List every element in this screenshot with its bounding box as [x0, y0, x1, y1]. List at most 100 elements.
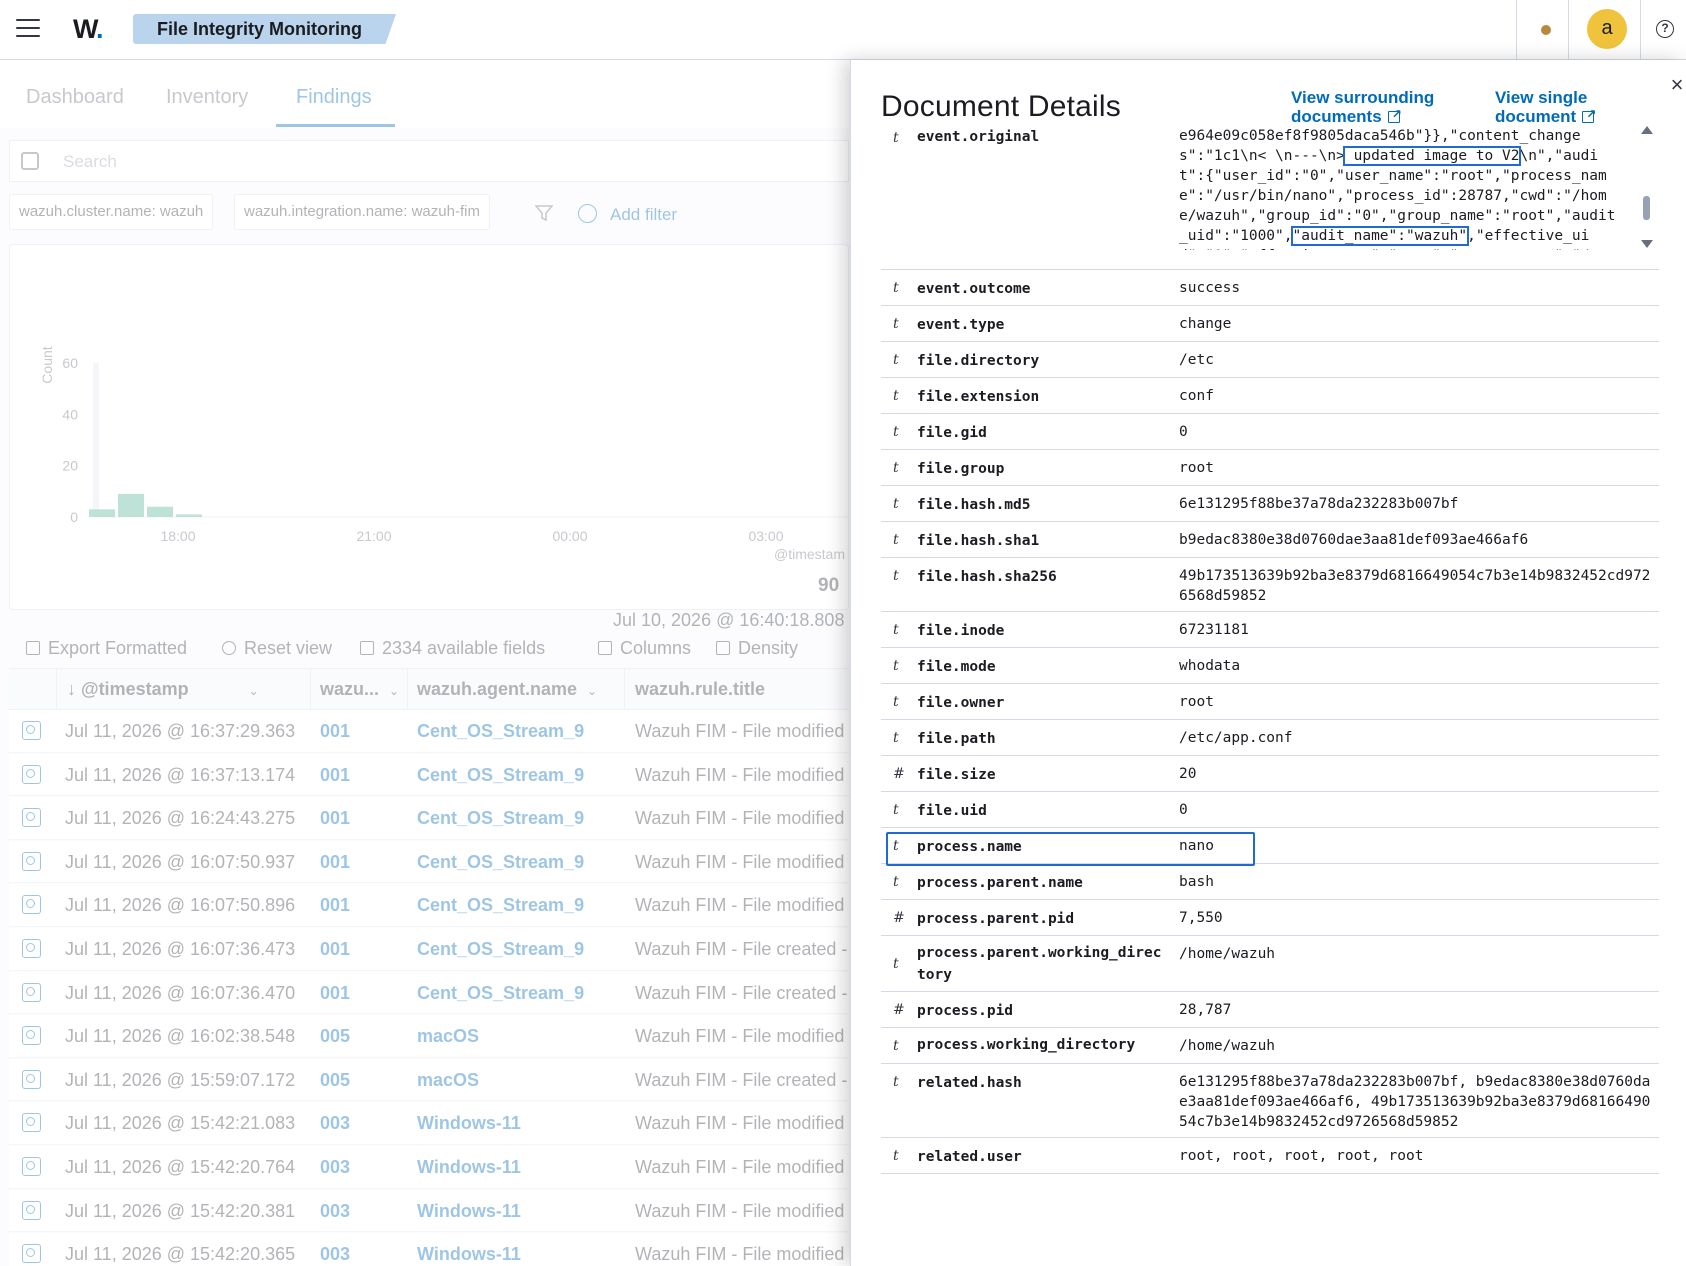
filter-icon[interactable] [535, 204, 553, 222]
field-row-event-type[interactable]: t event.type change [881, 306, 1659, 342]
histogram-bar[interactable] [176, 514, 202, 517]
field-row-file-directory[interactable]: t file.directory/etc [881, 342, 1659, 378]
cell-agent-id[interactable]: 003 [320, 1201, 350, 1222]
cell-agent-id[interactable]: 001 [320, 895, 350, 916]
saved-query-icon[interactable] [21, 152, 39, 170]
column-header-timestamp[interactable]: ↓ @timestamp ⌄ [67, 679, 259, 700]
cell-agent-name[interactable]: macOS [417, 1026, 479, 1047]
field-value[interactable]: /etc [1179, 350, 1651, 370]
menu-icon[interactable] [16, 19, 40, 39]
field-row-file-uid[interactable]: t file.uid 0 [881, 792, 1659, 828]
field-row-process-name[interactable]: t process.name nano [881, 828, 1659, 866]
field-row-process-parent-pid[interactable]: # process.parent.pid 7,550 [881, 900, 1659, 936]
inspect-document-icon[interactable] [22, 1026, 41, 1046]
field-row-file-size[interactable]: # file.size 20 [881, 756, 1659, 792]
cell-agent-id[interactable]: 005 [320, 1070, 350, 1091]
table-row[interactable]: Jul 11, 2026 @ 15:42:20.764 003 Windows-11… [9, 1146, 849, 1189]
field-row-file-path[interactable]: t file.path/etc/app.conf [881, 720, 1659, 756]
field-row-file-group[interactable]: t file.group root [881, 450, 1659, 486]
table-row[interactable]: Jul 11, 2026 @ 16:24:43.275 001 Cent_OS_St… [9, 797, 849, 840]
inspect-document-icon[interactable] [22, 895, 41, 915]
table-row[interactable]: Jul 11, 2026 @ 15:42:20.365 003 Windows-11… [9, 1233, 849, 1266]
table-row[interactable]: Jul 11, 2026 @ 16:07:36.470 001 Cent_OS_St… [9, 971, 849, 1015]
cell-agent-id[interactable]: 003 [320, 1157, 350, 1178]
cell-agent-id[interactable]: 001 [320, 939, 350, 960]
inspect-document-icon[interactable] [22, 1113, 41, 1133]
inspect-document-icon[interactable] [22, 808, 41, 828]
column-header-agent-name[interactable]: wazuh.agent.name ⌄ [417, 679, 597, 700]
density-button[interactable]: Density [716, 638, 798, 659]
field-value[interactable]: 7,550 [1179, 908, 1651, 928]
filter-pill-integration[interactable]: wazuh.integration.name: wazuh-fim [234, 194, 490, 230]
cell-agent-name[interactable]: Windows-11 [417, 1113, 521, 1134]
histogram-bar[interactable] [118, 493, 144, 517]
view-surrounding-documents-link[interactable]: View surrounding documents [1291, 88, 1434, 126]
table-row[interactable]: Jul 11, 2026 @ 15:42:21.083 003 Windows-11… [9, 1102, 849, 1145]
cell-agent-name[interactable]: Windows-11 [417, 1157, 521, 1178]
chevron-down-icon[interactable]: ⌄ [249, 684, 259, 698]
cell-agent-name[interactable]: Cent_OS_Stream_9 [417, 983, 584, 1004]
field-value[interactable]: 0 [1179, 800, 1651, 820]
field-value-event-original[interactable]: e964e09c058ef8f9805daca546b"}},"content_… [1179, 126, 1631, 250]
field-row-file-hash-sha1[interactable]: t file.hash.sha1 b9edac8380e38d0760dae3aa8… [881, 522, 1659, 558]
field-value[interactable]: 6e131295f88be37a78da232283b007bf, b9edac… [1179, 1072, 1651, 1132]
columns-button[interactable]: Columns [598, 638, 691, 659]
inspect-document-icon[interactable] [22, 939, 41, 958]
cell-agent-name[interactable]: macOS [417, 1070, 479, 1091]
field-value[interactable]: nano [1179, 836, 1651, 856]
cell-agent-name[interactable]: Windows-11 [417, 1244, 521, 1265]
field-row-event-outcome[interactable]: t event.outcome success [881, 270, 1659, 306]
chevron-down-icon[interactable]: ⌄ [587, 684, 597, 698]
scrollbar[interactable] [1641, 126, 1653, 250]
field-value[interactable]: root, root, root, root, root [1179, 1146, 1651, 1166]
column-header-agent-id[interactable]: wazu... ⌄ [320, 679, 399, 700]
cell-agent-name[interactable]: Cent_OS_Stream_9 [417, 808, 584, 829]
table-row[interactable]: Jul 11, 2026 @ 15:59:07.172 005 macOS Wazuh… [9, 1058, 849, 1102]
field-value[interactable]: /etc/app.conf [1179, 728, 1651, 748]
field-value[interactable]: 28,787 [1179, 1000, 1651, 1020]
cell-agent-id[interactable]: 001 [320, 808, 350, 829]
inspect-document-icon[interactable] [22, 1244, 41, 1264]
field-value[interactable]: 6e131295f88be37a78da232283b007bf [1179, 494, 1651, 514]
field-row-process-working-directory[interactable]: t process.working_directory/home/wazuh [881, 1028, 1659, 1064]
field-value[interactable]: root [1179, 692, 1651, 712]
field-value[interactable]: change [1179, 314, 1651, 334]
field-value[interactable]: 49b173513639b92ba3e8379d6816649054c7b3e1… [1179, 566, 1651, 606]
tab-inventory[interactable]: Inventory [166, 86, 248, 109]
field-value[interactable]: 20 [1179, 764, 1651, 784]
scroll-up-icon[interactable] [1641, 126, 1653, 134]
field-row-file-inode[interactable]: t file.inode 67231181 [881, 612, 1659, 648]
field-row-event-original[interactable]: t event.original e964e09c058ef8f9805daca… [881, 122, 1659, 270]
field-row-file-gid[interactable]: t file.gid 0 [881, 414, 1659, 450]
field-row-process-parent-name[interactable]: t process.parent.name bash [881, 864, 1659, 900]
table-row[interactable]: Jul 11, 2026 @ 16:37:29.363 001 Cent_OS_St… [9, 710, 849, 753]
cell-agent-id[interactable]: 001 [320, 983, 350, 1004]
field-row-file-owner[interactable]: t file.owner root [881, 684, 1659, 720]
add-filter-icon[interactable] [578, 204, 597, 223]
field-row-related-user[interactable]: t related.user root, root, root, root, roo… [881, 1138, 1659, 1174]
field-value[interactable]: conf [1179, 386, 1651, 406]
wazuh-logo[interactable]: W. [73, 14, 103, 45]
cell-agent-name[interactable]: Cent_OS_Stream_9 [417, 852, 584, 873]
field-value[interactable]: root [1179, 458, 1651, 478]
inspect-document-icon[interactable] [22, 982, 41, 1002]
field-value[interactable]: /home/wazuh [1179, 1036, 1651, 1056]
scrollbar-thumb[interactable] [1643, 196, 1650, 220]
field-row-file-extension[interactable]: t file.extension conf [881, 378, 1659, 414]
reset-view-button[interactable]: Reset view [222, 638, 332, 659]
available-fields-button[interactable]: 2334 available fields [360, 638, 545, 659]
user-avatar[interactable]: a [1587, 9, 1627, 49]
cell-agent-id[interactable]: 001 [320, 852, 350, 873]
table-row[interactable]: Jul 11, 2026 @ 16:02:38.548 005 macOS Wazuh… [9, 1015, 849, 1058]
view-single-document-link[interactable]: View single document [1495, 88, 1596, 126]
field-row-related-hash[interactable]: t related.hash 6e131295f88be37a78da232283b… [881, 1064, 1659, 1138]
table-row[interactable]: Jul 11, 2026 @ 15:42:20.381 003 Windows-11… [9, 1189, 849, 1233]
chevron-down-icon[interactable]: ⌄ [389, 684, 399, 698]
cell-agent-id[interactable]: 003 [320, 1244, 350, 1265]
field-row-file-hash-md5[interactable]: t file.hash.md5 6e131295f88be37a78da232283… [881, 486, 1659, 522]
add-filter-button[interactable]: Add filter [610, 205, 677, 225]
field-value[interactable]: whodata [1179, 656, 1651, 676]
scroll-down-icon[interactable] [1641, 240, 1653, 248]
help-icon[interactable]: ? [1656, 20, 1674, 38]
cell-agent-id[interactable]: 001 [320, 721, 350, 742]
